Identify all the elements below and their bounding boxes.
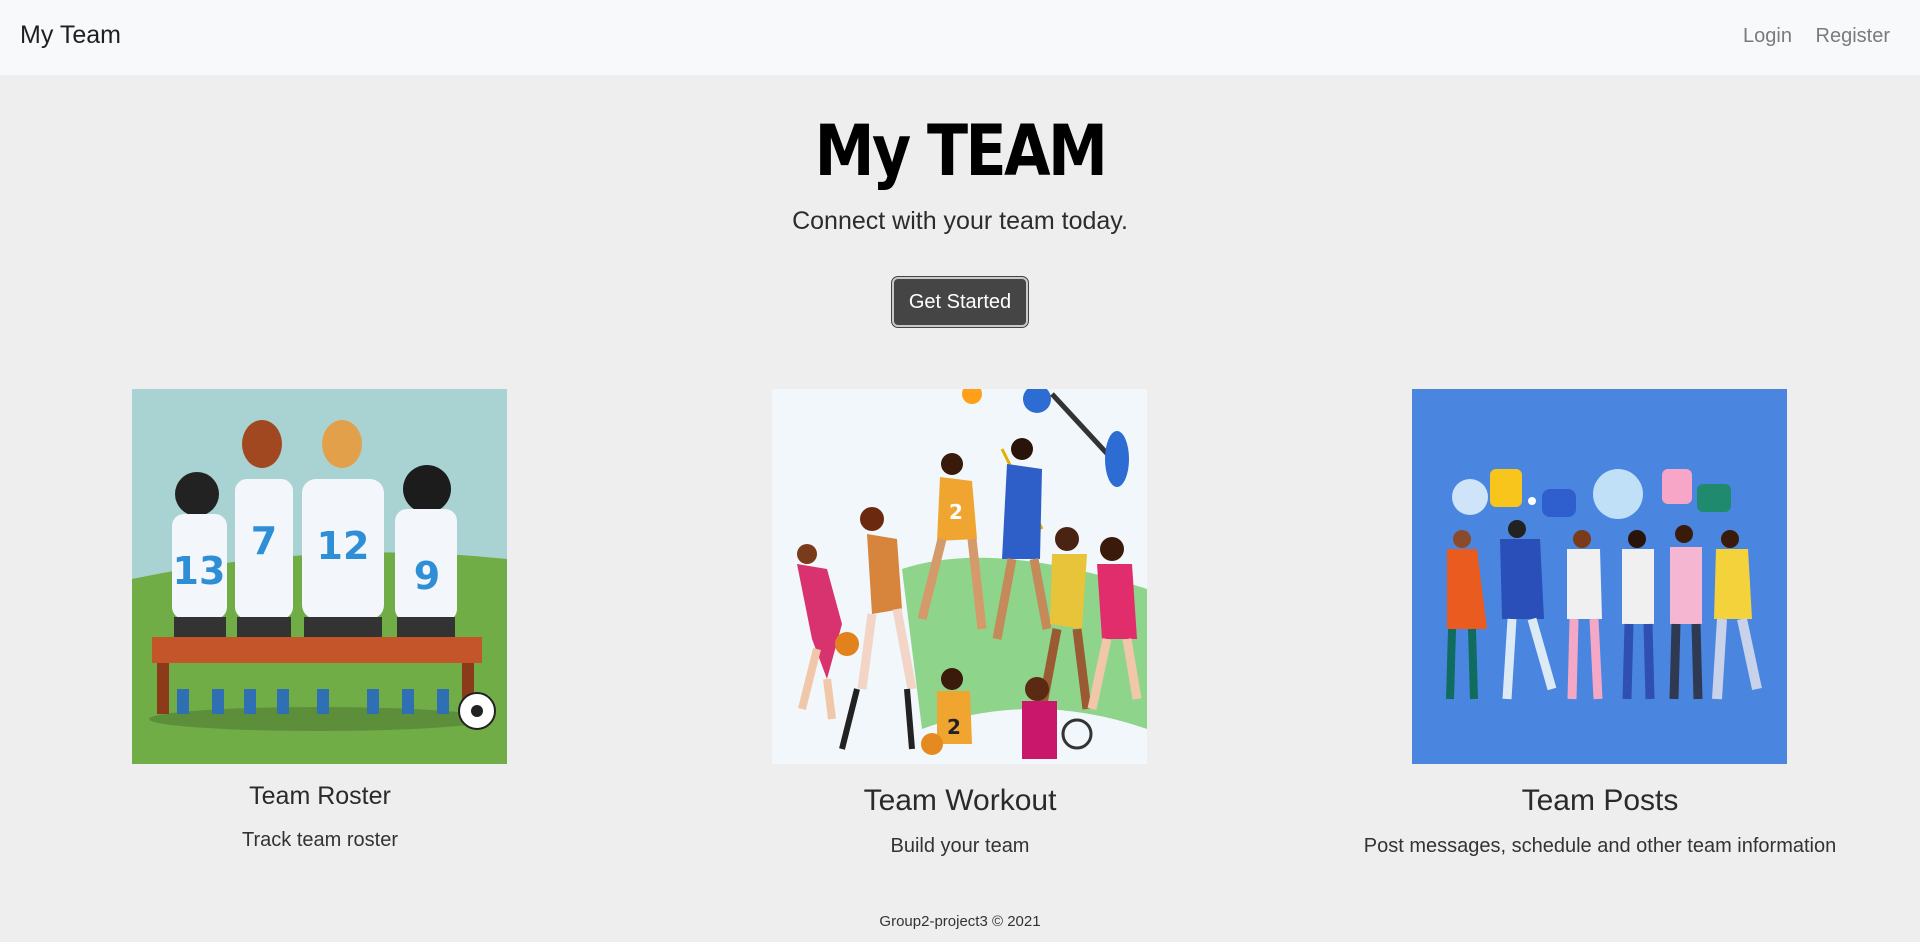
jersey-number: 9 xyxy=(414,554,440,598)
nav-links: Login Register xyxy=(1725,25,1890,48)
card-description: Track team roster xyxy=(242,829,398,851)
jersey-number: 2 xyxy=(947,715,961,739)
login-link[interactable]: Login xyxy=(1743,25,1792,47)
team-workout-image: 2 2 xyxy=(772,389,1147,764)
navbar: My Team Login Register xyxy=(0,0,1920,75)
card-description: Build your team xyxy=(890,835,1030,857)
get-started-button[interactable]: Get Started xyxy=(892,277,1028,327)
jersey-number: 7 xyxy=(251,519,277,563)
card-title: Team Roster xyxy=(249,782,391,810)
hero-title: My TEAM xyxy=(814,110,1108,192)
team-roster-image: 13 7 12 9 xyxy=(132,389,507,764)
hero-subtitle: Connect with your team today. xyxy=(792,207,1128,235)
register-link[interactable]: Register xyxy=(1816,25,1890,47)
jersey-number: 12 xyxy=(317,524,370,568)
footer-copyright: Group2-project3 © 2021 xyxy=(879,913,1041,930)
team-posts-image xyxy=(1412,389,1787,764)
jersey-number: 2 xyxy=(949,500,963,524)
card-title: Team Workout xyxy=(863,784,1057,817)
jersey-number: 13 xyxy=(173,549,226,593)
card-description: Post messages, schedule and other team i… xyxy=(1363,835,1837,857)
brand-link[interactable]: My Team xyxy=(20,21,121,50)
card-title: Team Posts xyxy=(1521,784,1679,817)
